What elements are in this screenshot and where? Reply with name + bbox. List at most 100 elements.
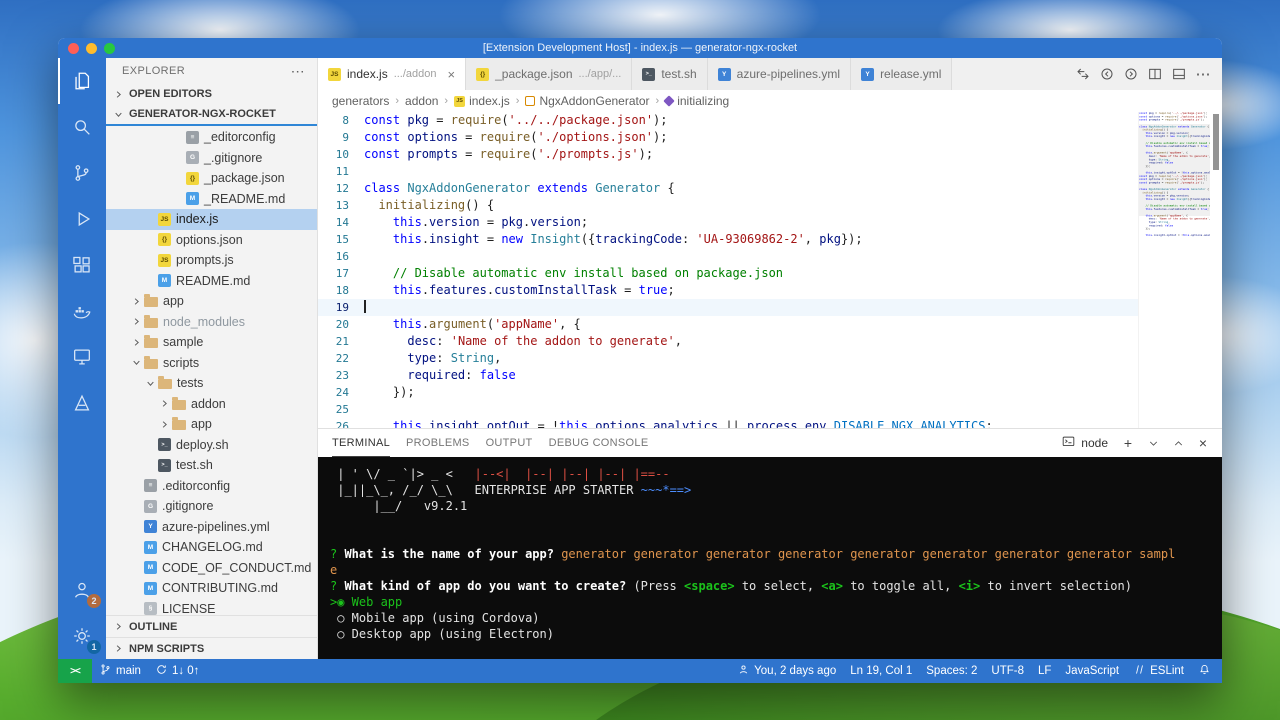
code-line-8[interactable]: 8 const pkg = require('../../package.json… bbox=[318, 112, 1138, 129]
language-mode[interactable]: JavaScript bbox=[1058, 659, 1126, 683]
minimap[interactable]: const pkg = require('../../package.json'… bbox=[1138, 112, 1210, 428]
split-editor-icon[interactable] bbox=[1144, 63, 1166, 85]
activity-settings-button[interactable]: 1 bbox=[58, 613, 106, 659]
remote-indicator[interactable]: >< bbox=[58, 659, 92, 683]
terminal-output[interactable]: | ' \/ _ `|> _ < |--<| |--| |--| |--| |=… bbox=[318, 457, 1222, 659]
minimize-window-button[interactable] bbox=[86, 42, 97, 54]
new-terminal-button[interactable]: + bbox=[1119, 434, 1137, 452]
tree-item-app[interactable]: app bbox=[106, 291, 317, 312]
code-line-11[interactable]: 11 bbox=[318, 163, 1138, 180]
breadcrumb-item-addon[interactable]: addon bbox=[405, 94, 438, 108]
activity-accounts-button[interactable]: 2 bbox=[58, 567, 106, 613]
panel-tab-debug-console[interactable]: DEBUG CONSOLE bbox=[549, 429, 649, 457]
activity-source-control-button[interactable] bbox=[58, 150, 106, 196]
code-line-20[interactable]: 20 this.argument('appName', { bbox=[318, 316, 1138, 333]
tree-item-test.sh[interactable]: >_ test.sh bbox=[106, 455, 317, 476]
tree-item-_editorconfig[interactable]: ≡ _editorconfig bbox=[106, 127, 317, 148]
code-line-18[interactable]: 18 this.features.customInstallTask = tru… bbox=[318, 282, 1138, 299]
code-line-21[interactable]: 21 desc: 'Name of the addon to generate'… bbox=[318, 333, 1138, 350]
navigate-forward-icon[interactable] bbox=[1120, 63, 1142, 85]
code-line-25[interactable]: 25 bbox=[318, 401, 1138, 418]
close-tab-icon[interactable]: × bbox=[448, 67, 456, 82]
tree-item-.editorconfig[interactable]: ≡ .editorconfig bbox=[106, 476, 317, 497]
blame-info[interactable]: You, 2 days ago bbox=[730, 659, 843, 683]
breadcrumb-item-index.js[interactable]: JS index.js bbox=[454, 94, 510, 108]
title-bar[interactable]: [Extension Development Host] - index.js … bbox=[58, 38, 1222, 58]
chevron-down-icon[interactable] bbox=[1144, 434, 1162, 452]
tree-item-CHANGELOG.md[interactable]: M CHANGELOG.md bbox=[106, 537, 317, 558]
tab-release.yml[interactable]: Yrelease.yml bbox=[851, 58, 953, 90]
breadcrumb[interactable]: generators › addon › JS index.js › NgxAddonGene… bbox=[318, 90, 1222, 112]
breadcrumb-item-initializing[interactable]: initializing bbox=[663, 94, 729, 108]
outline-section[interactable]: OUTLINE bbox=[106, 615, 317, 637]
eol[interactable]: LF bbox=[1031, 659, 1058, 683]
tab-test.sh[interactable]: >_ test.sh bbox=[632, 58, 708, 90]
tree-item-.gitignore[interactable]: G .gitignore bbox=[106, 496, 317, 517]
compare-icon[interactable] bbox=[1072, 63, 1094, 85]
tree-item-options.json[interactable]: {} options.json bbox=[106, 230, 317, 251]
activity-azure-button[interactable] bbox=[58, 380, 106, 426]
tree-item-README.md[interactable]: M README.md bbox=[106, 271, 317, 292]
activity-remote-explorer-button[interactable] bbox=[58, 334, 106, 380]
code-line-9[interactable]: 9 const options = require('./options.json… bbox=[318, 129, 1138, 146]
breadcrumb-item-NgxAddonGenerator[interactable]: NgxAddonGenerator bbox=[525, 94, 650, 108]
encoding[interactable]: UTF-8 bbox=[984, 659, 1031, 683]
workspace-root-section[interactable]: GENERATOR-NGX-ROCKET bbox=[106, 104, 317, 124]
more-actions-icon[interactable]: ⋯ bbox=[1192, 63, 1214, 85]
close-window-button[interactable] bbox=[68, 42, 79, 54]
code-line-26[interactable]: 26 this.insight.optOut = !this.options.a… bbox=[318, 418, 1138, 428]
linter-status[interactable]: ESLint bbox=[1126, 659, 1191, 683]
tree-item-app[interactable]: app bbox=[106, 414, 317, 435]
indentation[interactable]: Spaces: 2 bbox=[919, 659, 984, 683]
npm-scripts-section[interactable]: NPM SCRIPTS bbox=[106, 637, 317, 659]
tab-_package.json[interactable]: {} _package.json .../app/... bbox=[466, 58, 633, 90]
branch-indicator[interactable]: main bbox=[92, 659, 148, 683]
tree-item-LICENSE[interactable]: § LICENSE bbox=[106, 599, 317, 615]
activity-extensions-button[interactable] bbox=[58, 242, 106, 288]
panel-tab-terminal[interactable]: TERMINAL bbox=[332, 429, 391, 457]
code-line-13[interactable]: 13 initializing() { bbox=[318, 197, 1138, 214]
activity-explorer-button[interactable] bbox=[58, 58, 106, 104]
code-line-14[interactable]: 14 this.version = pkg.version; bbox=[318, 214, 1138, 231]
maximize-panel-icon[interactable] bbox=[1169, 434, 1187, 452]
shell-selector[interactable]: node bbox=[1061, 434, 1108, 452]
activity-run-debug-button[interactable] bbox=[58, 196, 106, 242]
tree-item-addon[interactable]: addon bbox=[106, 394, 317, 415]
tab-index.js[interactable]: JS index.js .../addon × bbox=[318, 58, 467, 90]
code-line-15[interactable]: 15 this.insight = new Insight({trackingC… bbox=[318, 231, 1138, 248]
tree-item-sample[interactable]: sample bbox=[106, 332, 317, 353]
code-line-17[interactable]: 17 // Disable automatic env install base… bbox=[318, 265, 1138, 282]
navigate-back-icon[interactable] bbox=[1096, 63, 1118, 85]
activity-docker-button[interactable] bbox=[58, 288, 106, 334]
scrollbar-thumb[interactable] bbox=[1213, 114, 1219, 170]
notifications-bell[interactable] bbox=[1191, 659, 1218, 683]
editor-scrollbar[interactable] bbox=[1210, 112, 1222, 428]
toggle-panel-icon[interactable] bbox=[1168, 63, 1190, 85]
tree-item-_README.md[interactable]: M _README.md bbox=[106, 189, 317, 210]
activity-search-button[interactable] bbox=[58, 104, 106, 150]
code-line-23[interactable]: 23 required: false bbox=[318, 367, 1138, 384]
tree-item-CODE_OF_CONDUCT.md[interactable]: M CODE_OF_CONDUCT.md bbox=[106, 558, 317, 579]
tree-item-azure-pipelines.yml[interactable]: Yazure-pipelines.yml bbox=[106, 517, 317, 538]
cursor-position[interactable]: Ln 19, Col 1 bbox=[843, 659, 919, 683]
code-line-12[interactable]: 12 class NgxAddonGenerator extends Genera… bbox=[318, 180, 1138, 197]
tree-item-index.js[interactable]: JS index.js bbox=[106, 209, 317, 230]
breadcrumb-item-generators[interactable]: generators bbox=[332, 94, 389, 108]
zoom-window-button[interactable] bbox=[104, 42, 115, 54]
panel-tab-output[interactable]: OUTPUT bbox=[486, 429, 533, 457]
code-editor[interactable]: 8 const pkg = require('../../package.json… bbox=[318, 112, 1222, 428]
tree-item-_package.json[interactable]: {} _package.json bbox=[106, 168, 317, 189]
tree-item-node_modules[interactable]: node_modules bbox=[106, 312, 317, 333]
tab-azure-pipelines.yml[interactable]: Yazure-pipelines.yml bbox=[707, 58, 852, 90]
code-line-24[interactable]: 24 }); bbox=[318, 384, 1138, 401]
tree-item-CONTRIBUTING.md[interactable]: M CONTRIBUTING.md bbox=[106, 578, 317, 599]
code-line-10[interactable]: 10 const prompts = require('./prompts.js'… bbox=[318, 146, 1138, 163]
tree-item-deploy.sh[interactable]: >_ deploy.sh bbox=[106, 435, 317, 456]
tree-item-prompts.js[interactable]: JS prompts.js bbox=[106, 250, 317, 271]
tree-item-_.gitignore[interactable]: G _.gitignore bbox=[106, 148, 317, 169]
tree-item-scripts[interactable]: scripts bbox=[106, 353, 317, 374]
sync-indicator[interactable]: 1↓ 0↑ bbox=[148, 659, 207, 683]
code-line-19[interactable]: 19 bbox=[318, 299, 1138, 316]
close-panel-icon[interactable]: × bbox=[1194, 434, 1212, 452]
tree-item-tests[interactable]: tests bbox=[106, 373, 317, 394]
